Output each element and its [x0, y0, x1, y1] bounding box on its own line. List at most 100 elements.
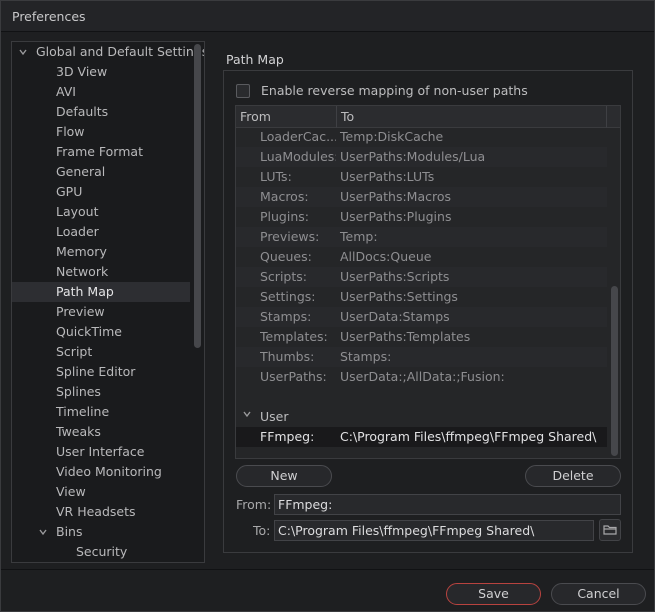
tree-item[interactable]: Layout: [12, 202, 190, 222]
delete-button[interactable]: Delete: [525, 465, 621, 487]
column-header-to[interactable]: To: [337, 106, 607, 128]
table-row[interactable]: Plugins: UserPaths:Plugins: [236, 207, 607, 227]
tree-item[interactable]: Tweaks: [12, 422, 190, 442]
tree-item[interactable]: QuickTime: [12, 322, 190, 342]
tree-item-label: Global and Default Settings: [36, 44, 205, 59]
table-row[interactable]: Previews: Temp:: [236, 227, 607, 247]
title-bar: Preferences: [1, 1, 654, 32]
column-header-from[interactable]: From: [236, 106, 337, 128]
tree-item[interactable]: Bins: [12, 522, 190, 542]
table-row[interactable]: LUTs: UserPaths:LUTs: [236, 167, 607, 187]
tree-item[interactable]: Path Map: [12, 282, 190, 302]
tree-item-label: Flow: [56, 124, 85, 139]
row-from-cell: Templates:: [260, 329, 328, 344]
row-to-cell: UserPaths:Modules/Lua: [340, 149, 486, 164]
to-field[interactable]: C:\Program Files\ffmpeg\FFmpeg Shared\: [274, 520, 594, 541]
row-to-cell: Stamps:: [340, 349, 392, 364]
tree-item-label: Video Monitoring: [56, 464, 162, 479]
tree-item-label: Loader: [56, 224, 99, 239]
table-scrollbar[interactable]: [611, 286, 618, 456]
tree-item[interactable]: Network: [12, 262, 190, 282]
table-row-selected[interactable]: FFmpeg: C:\Program Files\ffmpeg\FFmpeg Sh…: [236, 427, 607, 447]
table-row[interactable]: Settings: UserPaths:Settings: [236, 287, 607, 307]
table-row[interactable]: Stamps: UserData:Stamps: [236, 307, 607, 327]
tree-item[interactable]: Spline Editor: [12, 362, 190, 382]
tree-item[interactable]: Video Monitoring: [12, 462, 190, 482]
tree-item-label: Defaults: [56, 104, 109, 119]
tree-item-label: Security: [76, 544, 128, 559]
table-row[interactable]: Scripts: UserPaths:Scripts: [236, 267, 607, 287]
row-to-cell: UserPaths:Templates: [340, 329, 471, 344]
tree-item-label: View: [56, 484, 86, 499]
reverse-mapping-label[interactable]: Enable reverse mapping of non-user paths: [261, 83, 528, 98]
tree-item[interactable]: Timeline: [12, 402, 190, 422]
window-title: Preferences: [12, 9, 86, 24]
tree-item-label: Network: [56, 264, 109, 279]
tree-item[interactable]: User Interface: [12, 442, 190, 462]
reverse-mapping-checkbox[interactable]: [236, 84, 250, 98]
from-field[interactable]: FFmpeg:: [274, 494, 621, 515]
tree-item-label: Path Map: [56, 284, 114, 299]
user-group-row[interactable]: User: [236, 407, 607, 427]
tree-item-label: User Interface: [56, 444, 145, 459]
tree-item[interactable]: Frame Format: [12, 142, 190, 162]
row-from-cell: Stamps:: [260, 309, 312, 324]
new-button[interactable]: New: [236, 465, 332, 487]
row-to-cell: Temp:DiskCache: [340, 129, 444, 144]
save-button[interactable]: Save: [446, 583, 541, 605]
tree-item-label: Preview: [56, 304, 105, 319]
row-to-cell: UserPaths:Macros: [340, 189, 452, 204]
row-from-cell: LUTs:: [260, 169, 292, 184]
tree-scrollbar[interactable]: [194, 44, 201, 348]
row-to-cell: UserData:Stamps: [340, 309, 450, 324]
tree-item[interactable]: Memory: [12, 242, 190, 262]
cancel-button[interactable]: Cancel: [551, 583, 646, 605]
tree-item[interactable]: GPU: [12, 182, 190, 202]
tree-item[interactable]: AVI: [12, 82, 190, 102]
row-from-cell: Scripts:: [260, 269, 307, 284]
tree-item[interactable]: Defaults: [12, 102, 190, 122]
table-row[interactable]: LuaModules: UserPaths:Modules/Lua: [236, 147, 607, 167]
tree-item[interactable]: View: [12, 482, 190, 502]
tree-item[interactable]: Flow: [12, 122, 190, 142]
row-to-cell: AllDocs:Queue: [340, 249, 432, 264]
tree-item[interactable]: Splines: [12, 382, 190, 402]
browse-button[interactable]: [599, 519, 621, 541]
tree-item-label: Spline Editor: [56, 364, 136, 379]
table-row[interactable]: LoaderCac... Temp:DiskCache: [236, 127, 607, 147]
tree-item-label: Splines: [56, 384, 101, 399]
row-to-cell: UserPaths:Scripts: [340, 269, 450, 284]
chevron-down-icon[interactable]: [240, 407, 254, 427]
row-from-cell: LuaModules:: [260, 149, 336, 164]
tree-item[interactable]: Script: [12, 342, 190, 362]
preferences-tree[interactable]: Global and Default Settings 3D View AVI Def…: [11, 41, 205, 563]
tree-item[interactable]: VR Headsets: [12, 502, 190, 522]
row-to-cell: Temp:: [340, 229, 378, 244]
row-from-cell: Queues:: [260, 249, 312, 264]
tree-item[interactable]: Security: [12, 542, 190, 562]
footer-divider: [1, 569, 654, 570]
table-row[interactable]: Macros: UserPaths:Macros: [236, 187, 607, 207]
row-to-cell: UserPaths:Plugins: [340, 209, 452, 224]
tree-item[interactable]: General: [12, 162, 190, 182]
tree-item[interactable]: Loader: [12, 222, 190, 242]
row-from-cell: FFmpeg:: [260, 429, 315, 444]
row-from-cell: Macros:: [260, 189, 309, 204]
tree-item-label: Frame Format: [56, 144, 143, 159]
tree-item-label: VR Headsets: [56, 504, 136, 519]
row-from-cell: Previews:: [260, 229, 320, 244]
tree-item-label: Tweaks: [56, 424, 101, 439]
table-row[interactable]: UserPaths: UserData:;AllData:;Fusion:: [236, 367, 607, 387]
tree-item[interactable]: Preview: [12, 302, 190, 322]
tree-item[interactable]: Global and Default Settings: [12, 42, 204, 62]
chevron-down-icon[interactable]: [16, 42, 30, 62]
tree-item-label: 3D View: [56, 64, 108, 79]
column-header-spacer: [607, 106, 620, 128]
table-row[interactable]: Queues: AllDocs:Queue: [236, 247, 607, 267]
tree-item-label: General: [56, 164, 106, 179]
table-row[interactable]: Thumbs: Stamps:: [236, 347, 607, 367]
table-row[interactable]: Templates: UserPaths:Templates: [236, 327, 607, 347]
chevron-down-icon[interactable]: [36, 522, 50, 542]
to-field-label: To:: [253, 523, 271, 538]
tree-item[interactable]: 3D View: [12, 62, 190, 82]
